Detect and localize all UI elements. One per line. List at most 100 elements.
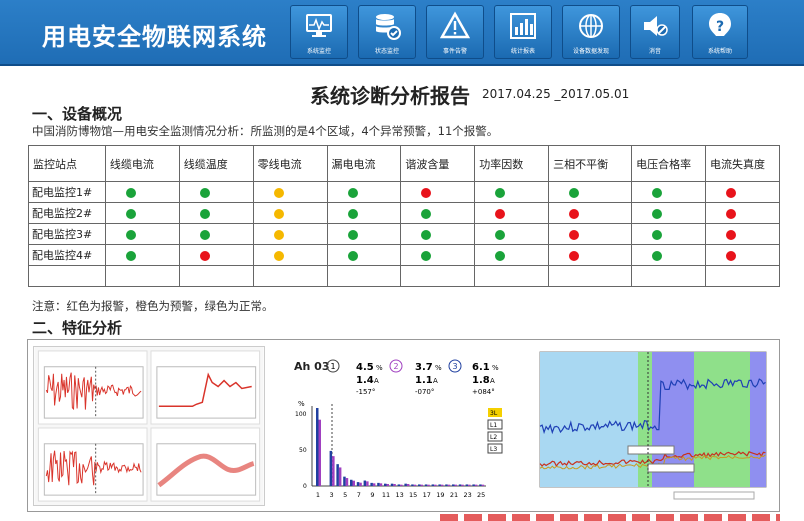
nav-event-alarm-button[interactable]: 事件告警 — [426, 5, 484, 59]
status-cell — [252, 223, 328, 245]
harmonic-bar — [379, 483, 383, 486]
column-header: 三相不平衡 — [548, 145, 633, 182]
x-tick: 21 — [450, 491, 458, 499]
status-cell — [178, 181, 254, 203]
status-dot-orange — [273, 250, 284, 261]
status-dot-green — [199, 229, 210, 240]
app-header: 用电安全物联网系统 系统监控 状态监控 事件告警 统计报表 设备数据发现 消音 … — [0, 0, 804, 66]
nav-help-button[interactable]: ? 系统帮助 — [692, 5, 748, 59]
nav-system-monitor-button[interactable]: 系统监控 — [290, 5, 348, 59]
status-dot-red — [421, 187, 432, 198]
harmonic-bar — [370, 482, 373, 486]
station-name: 配电监控2# — [28, 202, 106, 224]
status-cell — [400, 202, 476, 224]
harmonic-bar — [400, 484, 403, 486]
status-cell — [178, 223, 254, 245]
nav-status-monitor-button[interactable]: 状态监控 — [358, 5, 416, 59]
harmonic-bar — [404, 483, 407, 486]
status-cell — [705, 181, 780, 203]
station-name: 配电监控4# — [28, 244, 106, 266]
x-tick: 19 — [436, 491, 444, 499]
table-row: 配电监控1# — [28, 181, 780, 203]
harmonic-bar — [420, 484, 423, 486]
status-cell — [104, 223, 180, 245]
svg-text:%: % — [435, 364, 442, 372]
database-icon — [376, 14, 401, 40]
app-title: 用电安全物联网系统 — [42, 23, 267, 51]
phase-2: 2 3.7 % 1.1 A -070° — [389, 359, 442, 396]
harmonic-bar — [332, 456, 335, 486]
nav-device-discovery-button[interactable]: 设备数据发现 — [562, 5, 620, 59]
status-dot-green — [199, 208, 210, 219]
svg-text:%: % — [492, 364, 499, 372]
status-cell — [400, 223, 476, 245]
svg-text:6.1: 6.1 — [472, 362, 490, 373]
status-cell — [705, 202, 780, 224]
harmonic-bar — [352, 480, 355, 486]
nav-label: 系统帮助 — [707, 48, 732, 55]
svg-text:A: A — [490, 377, 495, 385]
status-dot-red — [569, 229, 580, 240]
harmonic-bar — [363, 480, 367, 486]
nav-label: 消音 — [648, 48, 661, 55]
harmonic-bar — [452, 484, 455, 486]
harmonic-bar — [418, 484, 421, 486]
column-header: 电压合格率 — [631, 145, 707, 182]
harmonic-label: Ah 03 — [294, 360, 329, 373]
warning-icon — [440, 11, 470, 39]
status-dot-green — [125, 187, 136, 198]
column-header: 监控站点 — [28, 145, 106, 182]
harmonic-bar — [356, 482, 360, 486]
table-header-row: 监控站点 线缆电流 线缆温度 零线电流 漏电电流 谐波含量 功率因数 三相不平衡 电压合格率 电流… — [28, 145, 780, 182]
monitor-icon — [306, 14, 332, 37]
y-tick: 50 — [299, 447, 307, 454]
bar-chart-icon — [510, 13, 536, 39]
harmonic-bar — [384, 483, 387, 486]
status-cell — [326, 202, 402, 224]
status-dot-green — [199, 187, 210, 198]
section-heading-overview: 一、设备概况 — [32, 105, 123, 123]
harmonic-bar — [481, 484, 485, 486]
report-date: 2017.04.25 _2017.05.01 — [482, 87, 630, 101]
nav-mute-button[interactable]: 消音 — [630, 5, 680, 59]
nav-statistics-report-button[interactable]: 统计报表 — [494, 5, 552, 59]
harmonic-bar — [431, 484, 435, 486]
svg-text:3L: 3L — [490, 410, 498, 417]
status-dot-green — [652, 229, 663, 240]
harmonic-bar — [336, 464, 339, 486]
x-tick: 7 — [357, 491, 361, 499]
x-tick: 1 — [316, 491, 320, 499]
status-cell — [548, 181, 633, 203]
harmonic-bar — [366, 481, 369, 486]
status-cell — [474, 202, 550, 224]
x-tick: 25 — [477, 491, 485, 499]
svg-text:L1: L1 — [490, 422, 497, 429]
status-cell — [326, 223, 402, 245]
status-cell — [400, 244, 476, 266]
status-cell — [705, 223, 780, 245]
status-dot-red — [726, 250, 737, 261]
harmonic-bar — [316, 408, 319, 486]
globe-icon — [579, 14, 603, 38]
harmonic-bar — [338, 467, 342, 486]
bottom-decoration — [440, 514, 780, 521]
x-tick: 5 — [343, 491, 347, 499]
y-tick: 0 — [303, 483, 307, 490]
harmonic-bar — [345, 478, 349, 486]
table-row: 配电监控2# — [28, 202, 780, 224]
harmonic-bar — [438, 484, 441, 486]
harmonic-bar — [318, 419, 321, 486]
harmonic-bar — [377, 482, 380, 486]
status-cell — [548, 223, 633, 245]
status-dot-green — [652, 187, 663, 198]
status-cell — [104, 181, 180, 203]
table-row: 配电监控3# — [28, 223, 780, 245]
status-dot-green — [125, 229, 136, 240]
harmonic-bar — [411, 484, 414, 486]
mute-icon — [644, 16, 668, 36]
status-dot-green — [495, 229, 506, 240]
svg-text:3.7: 3.7 — [415, 362, 433, 373]
nav-label: 统计报表 — [510, 48, 535, 55]
status-cell — [631, 244, 707, 266]
status-cell — [474, 244, 550, 266]
